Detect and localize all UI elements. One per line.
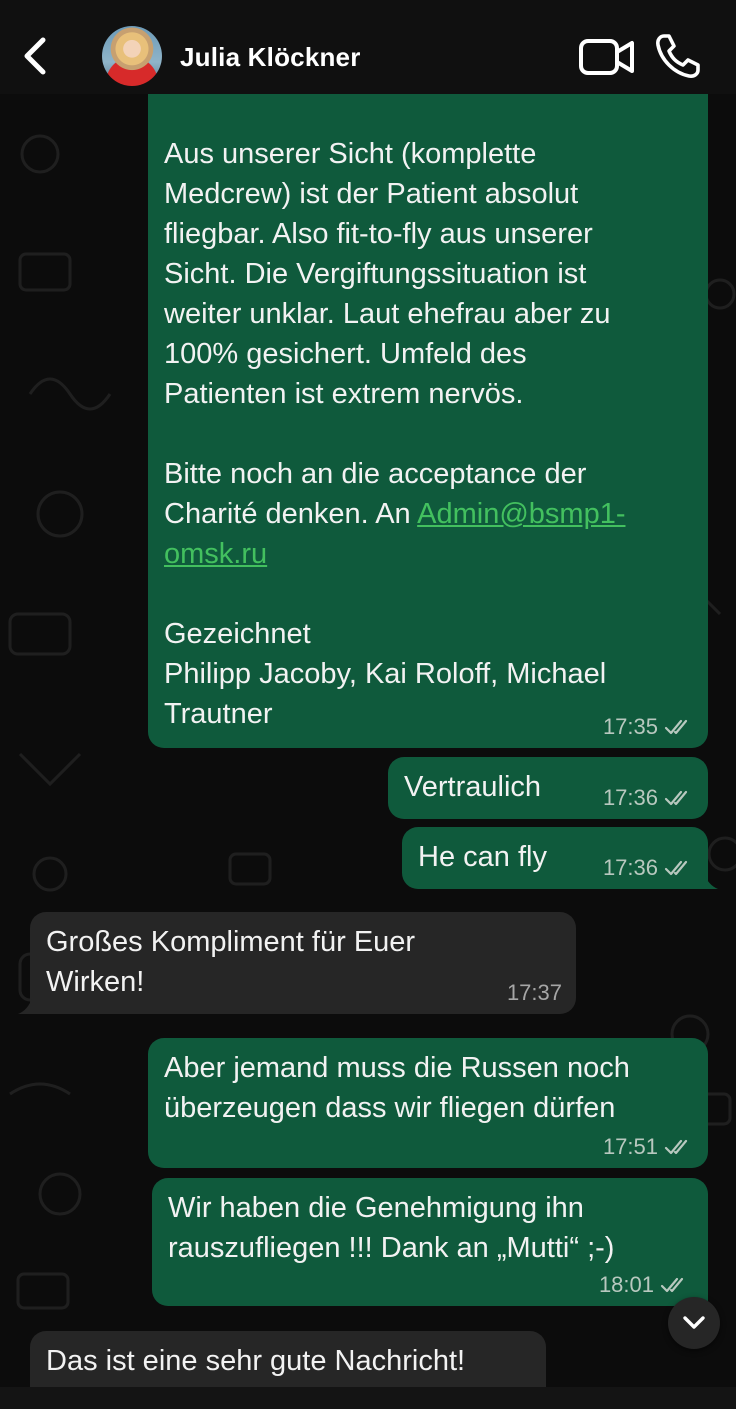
message-text-part: Gezeichnet Philipp Jacoby, Kai Roloff, M… [164,618,607,730]
message-text: Aber jemand muss die Russen noch überzeu… [164,1052,630,1124]
message-bubble-outgoing[interactable]: Vertraulich 17:36 [388,757,708,819]
message-bubble-incoming[interactable]: Großes Kompliment für Euer Wirken! 17:37 [30,912,576,1014]
message-bubble-outgoing[interactable]: Wir haben die Genehmigung ihn rauszuflie… [152,1178,708,1306]
message-meta: 18:01 [599,1272,690,1298]
phone-icon [656,34,700,78]
video-call-button[interactable] [578,36,636,78]
message-bubble-outgoing[interactable]: Aber jemand muss die Russen noch überzeu… [148,1038,708,1168]
back-button[interactable] [16,32,52,80]
message-time: 17:35 [602,714,658,739]
video-camera-icon [579,39,634,75]
contact-name[interactable]: Julia Klöckner [180,42,361,73]
message-time: 18:01 [598,1272,654,1297]
message-meta: 17:35 [603,714,694,740]
chevron-left-icon [24,37,46,75]
message-text: Wir haben die Genehmigung ihn rauszuflie… [168,1192,615,1264]
message-time: 17:36 [602,855,658,880]
message-text-part: Aus unserer Sicht (komplette Medcrew) is… [164,138,611,530]
message-meta: 17:51 [603,1134,694,1160]
double-check-icon [664,790,688,806]
chat-header: Julia Klöckner [0,0,736,94]
bubble-tail [18,998,32,1014]
message-time: 17:51 [602,1134,658,1159]
voice-call-button[interactable] [654,32,702,80]
message-text: Großes Kompliment für Euer Wirken! [46,926,416,998]
contact-avatar[interactable] [102,26,162,86]
message-meta: 17:37 [507,980,562,1006]
double-check-icon [664,1139,688,1155]
double-check-icon [660,1277,684,1293]
message-time: 17:37 [506,980,562,1005]
chevron-down-icon [683,1316,705,1329]
scroll-to-bottom-button[interactable] [668,1297,720,1349]
message-meta: 17:36 [603,785,694,811]
message-time: 17:36 [602,785,658,810]
message-meta: 17:36 [603,855,694,881]
message-text: Das ist eine sehr gute Nachricht! [46,1345,466,1377]
input-bar [0,1387,736,1409]
message-bubble-outgoing[interactable]: Aus unserer Sicht (komplette Medcrew) is… [148,90,708,748]
double-check-icon [664,860,688,876]
chat-screen: Julia Klöckner Aus unserer Sicht (komple… [0,0,736,1409]
double-check-icon [664,719,688,735]
message-text: Aus unserer Sicht (komplette Medcrew) is… [164,134,692,734]
message-bubble-outgoing[interactable]: He can fly 17:36 [402,827,708,889]
bubble-tail [704,873,718,889]
